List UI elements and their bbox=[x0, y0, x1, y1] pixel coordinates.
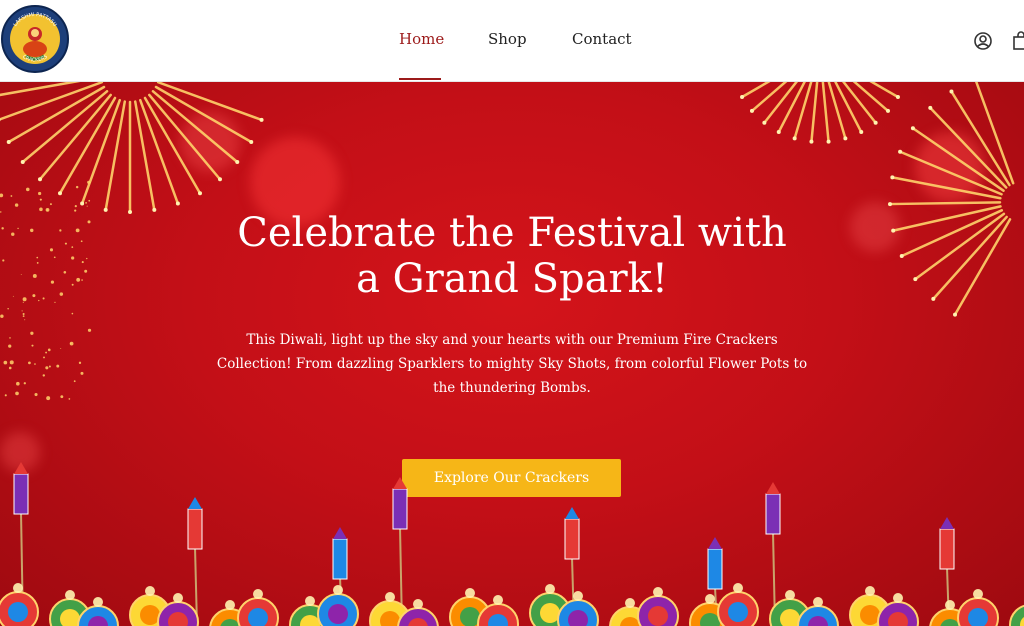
ground-cracker bbox=[558, 591, 598, 626]
ground-cracker bbox=[798, 597, 838, 626]
nav-shop[interactable]: Shop bbox=[488, 30, 527, 48]
ground-cracker bbox=[78, 597, 118, 626]
ground-cracker bbox=[398, 599, 438, 626]
shopping-bag-icon[interactable] bbox=[1012, 30, 1024, 52]
nav-home[interactable]: Home bbox=[399, 30, 444, 48]
hero-banner: Celebrate the Festival with a Grand Spar… bbox=[0, 82, 1024, 626]
ground-cracker bbox=[318, 585, 358, 626]
ground-cracker bbox=[478, 595, 518, 626]
crackers-illustration bbox=[0, 82, 1024, 626]
user-circle-icon[interactable] bbox=[972, 30, 994, 52]
site-header: LAKSHMI PATTASU CRACKERS Home Shop Conta… bbox=[0, 0, 1024, 82]
nav-contact[interactable]: Contact bbox=[572, 30, 632, 48]
ground-cracker bbox=[0, 583, 38, 626]
ground-cracker bbox=[158, 593, 198, 626]
ground-cracker bbox=[718, 583, 758, 626]
ground-cracker bbox=[1010, 596, 1024, 626]
ground-cracker bbox=[238, 589, 278, 626]
main-nav: Home Shop Contact bbox=[0, 0, 1024, 81]
ground-cracker bbox=[958, 589, 998, 626]
ground-cracker bbox=[638, 587, 678, 626]
active-nav-indicator bbox=[399, 78, 441, 80]
ground-cracker bbox=[878, 593, 918, 626]
